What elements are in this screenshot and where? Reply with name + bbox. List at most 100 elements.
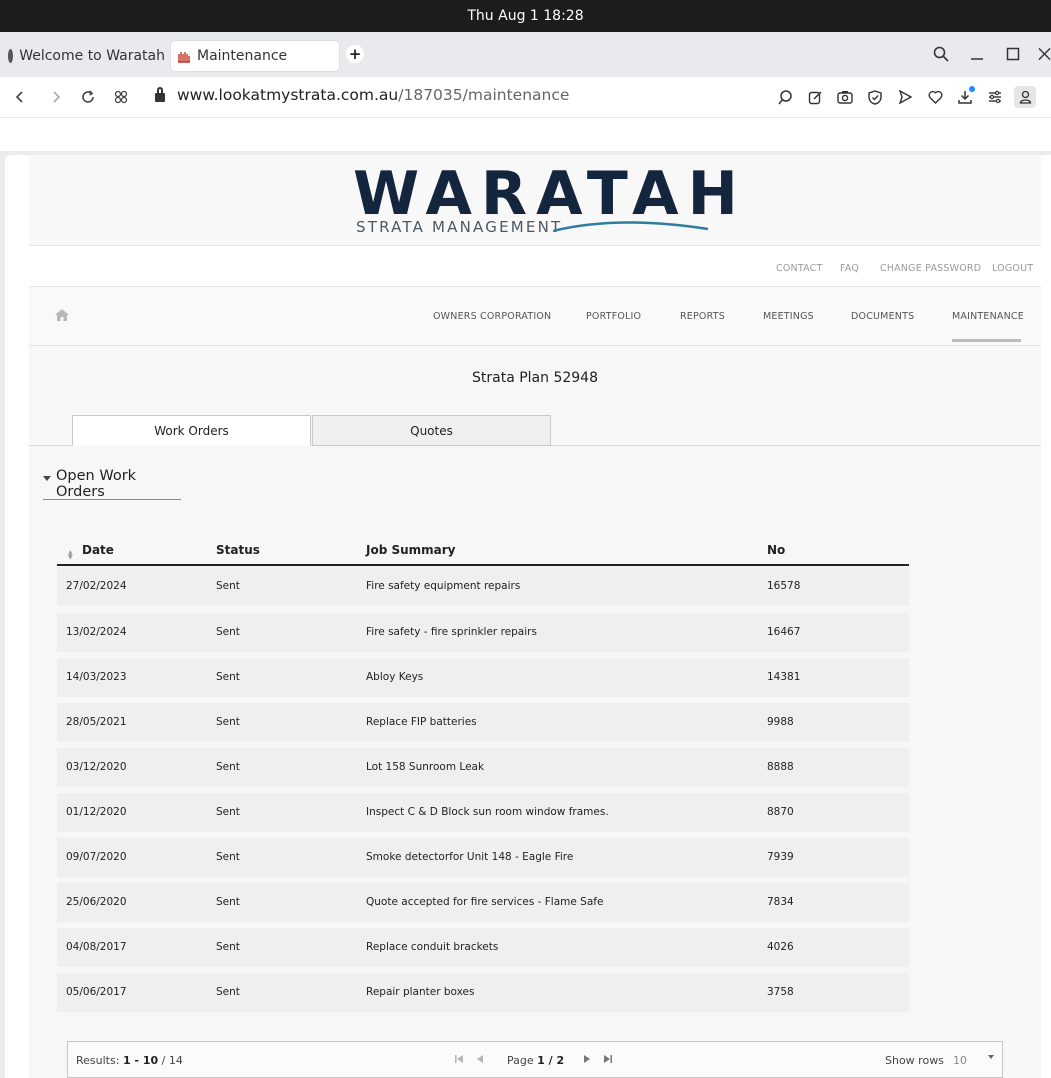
back-arrow-icon[interactable]: [9, 86, 31, 108]
nav-maintenance[interactable]: MAINTENANCE: [952, 311, 1024, 322]
caret-down-icon: [43, 476, 51, 481]
sort-icon[interactable]: ▲ ▼: [68, 550, 73, 561]
browser-tab-strip: Welcome to Waratah Maintenance: [0, 32, 1051, 77]
cell-status: Sent: [216, 986, 240, 998]
cell-job-summary: Quote accepted for fire services - Flame…: [366, 896, 604, 908]
settings-sliders-icon[interactable]: [984, 86, 1006, 108]
table-row[interactable]: 01/12/2020 Sent Inspect C & D Block sun …: [57, 793, 909, 832]
download-icon[interactable]: [954, 86, 976, 108]
profile-icon[interactable]: [1014, 86, 1036, 108]
cell-status: Sent: [216, 941, 240, 953]
shield-icon[interactable]: [864, 86, 886, 108]
table-row[interactable]: 04/08/2017 Sent Replace conduit brackets…: [57, 928, 909, 967]
table-row[interactable]: 28/05/2021 Sent Replace FIP batteries 99…: [57, 703, 909, 742]
page-indicator: Page 1 / 2: [507, 1054, 564, 1067]
cell-date: 05/06/2017: [66, 986, 127, 998]
table-row[interactable]: 09/07/2020 Sent Smoke detectorfor Unit 1…: [57, 838, 909, 877]
globe-icon: [8, 49, 14, 63]
speed-dial-icon[interactable]: [110, 86, 132, 108]
column-header-status[interactable]: Status: [216, 543, 260, 557]
cell-job-summary: Fire safety equipment repairs: [366, 580, 521, 592]
tab-label: Welcome to Waratah: [19, 48, 165, 64]
system-clock[interactable]: Thu Aug 1 18:28: [467, 8, 583, 24]
site-logo[interactable]: WARATAH STRATA MANAGEMENT: [29, 155, 1041, 245]
minimize-window-icon[interactable]: [967, 44, 987, 64]
address-toolbar: www.lookatmystrata.com.au/187035/mainten…: [0, 77, 1051, 117]
cell-number: 16578: [767, 580, 801, 592]
forward-arrow-icon[interactable]: [45, 86, 67, 108]
maximize-window-icon[interactable]: [1003, 44, 1023, 64]
main-nav: OWNERS CORPORATION PORTFOLIO REPORTS MEE…: [29, 287, 1041, 346]
pagination-bar: Results: 1 - 10 / 14 Page 1 / 2 Show row…: [67, 1041, 1003, 1078]
nav-documents[interactable]: DOCUMENTS: [851, 311, 914, 322]
section-title: Open Work Orders: [56, 468, 137, 500]
cell-date: 01/12/2020: [66, 806, 127, 818]
cell-job-summary: Replace conduit brackets: [366, 941, 499, 953]
cell-date: 28/05/2021: [66, 716, 127, 728]
cell-job-summary: Repair planter boxes: [366, 986, 475, 998]
logout-link[interactable]: LOGOUT: [992, 263, 1033, 274]
cell-number: 7939: [767, 851, 794, 863]
download-badge-icon: [969, 86, 975, 92]
table-row[interactable]: 27/02/2024 Sent Fire safety equipment re…: [57, 567, 909, 606]
new-tab-button[interactable]: +: [346, 45, 364, 63]
heart-icon[interactable]: [924, 86, 946, 108]
cell-job-summary: Inspect C & D Block sun room window fram…: [366, 806, 609, 818]
column-header-date[interactable]: Date: [82, 543, 114, 557]
cell-status: Sent: [216, 896, 240, 908]
url-host: www.lookatmystrata.com.au: [177, 86, 399, 104]
close-window-icon[interactable]: [1038, 44, 1051, 64]
table-row[interactable]: 13/02/2024 Sent Fire safety - fire sprin…: [57, 613, 909, 652]
cell-number: 9988: [767, 716, 794, 728]
chevron-down-icon[interactable]: [988, 1055, 994, 1059]
cell-date: 25/06/2020: [66, 896, 127, 908]
prev-page-icon[interactable]: [477, 1054, 484, 1067]
cell-date: 09/07/2020: [66, 851, 127, 863]
nav-active-indicator: [952, 339, 1021, 342]
search-tabs-icon[interactable]: [931, 44, 951, 64]
zoom-search-icon[interactable]: [774, 86, 796, 108]
table-row[interactable]: 05/06/2017 Sent Repair planter boxes 375…: [57, 973, 909, 1012]
cell-number: 8870: [767, 806, 794, 818]
show-rows-label: Show rows: [885, 1054, 944, 1067]
logo-tagline: STRATA MANAGEMENT: [356, 218, 563, 236]
first-page-icon[interactable]: [455, 1054, 464, 1067]
browser-tab-maintenance[interactable]: Maintenance: [171, 41, 339, 71]
change-password-link[interactable]: CHANGE PASSWORD: [880, 263, 981, 274]
contact-link[interactable]: CONTACT: [776, 263, 822, 274]
nav-owners-corporation[interactable]: OWNERS CORPORATION: [433, 311, 551, 322]
nav-meetings[interactable]: MEETINGS: [763, 311, 814, 322]
nav-portfolio[interactable]: PORTFOLIO: [586, 311, 641, 322]
last-page-icon[interactable]: [603, 1054, 612, 1067]
send-icon[interactable]: [894, 86, 916, 108]
lock-icon: [155, 86, 165, 102]
tab-work-orders[interactable]: Work Orders: [72, 415, 311, 446]
tab-quotes[interactable]: Quotes: [312, 415, 551, 446]
column-header-job-summary[interactable]: Job Summary: [366, 543, 456, 557]
rows-per-page-select[interactable]: 10: [953, 1054, 967, 1067]
url-field[interactable]: www.lookatmystrata.com.au/187035/mainten…: [155, 86, 569, 104]
home-icon[interactable]: [54, 308, 70, 322]
open-work-orders-toggle[interactable]: Open Work Orders: [43, 468, 181, 500]
cell-number: 16467: [767, 626, 801, 638]
table-row[interactable]: 14/03/2023 Sent Abloy Keys 14381: [57, 658, 909, 697]
cell-date: 04/08/2017: [66, 941, 127, 953]
table-row[interactable]: 25/06/2020 Sent Quote accepted for fire …: [57, 883, 909, 922]
edit-icon[interactable]: [804, 86, 826, 108]
reload-icon[interactable]: [77, 86, 99, 108]
browser-tab-welcome[interactable]: Welcome to Waratah: [0, 41, 165, 71]
cell-job-summary: Abloy Keys: [366, 671, 424, 683]
cell-number: 7834: [767, 896, 794, 908]
next-page-icon[interactable]: [583, 1054, 590, 1067]
table-row[interactable]: 03/12/2020 Sent Lot 158 Sunroom Leak 888…: [57, 748, 909, 787]
faq-link[interactable]: FAQ: [840, 263, 859, 274]
page-title: Strata Plan 52948: [472, 370, 598, 386]
results-label: Results:: [76, 1054, 120, 1067]
os-top-bar: Thu Aug 1 18:28: [0, 0, 1051, 32]
cell-date: 14/03/2023: [66, 671, 127, 683]
camera-icon[interactable]: [834, 86, 856, 108]
column-header-no[interactable]: No: [767, 543, 785, 557]
nav-reports[interactable]: REPORTS: [680, 311, 725, 322]
results-count: Results: 1 - 10 / 14: [76, 1054, 183, 1067]
cell-job-summary: Lot 158 Sunroom Leak: [366, 761, 485, 773]
